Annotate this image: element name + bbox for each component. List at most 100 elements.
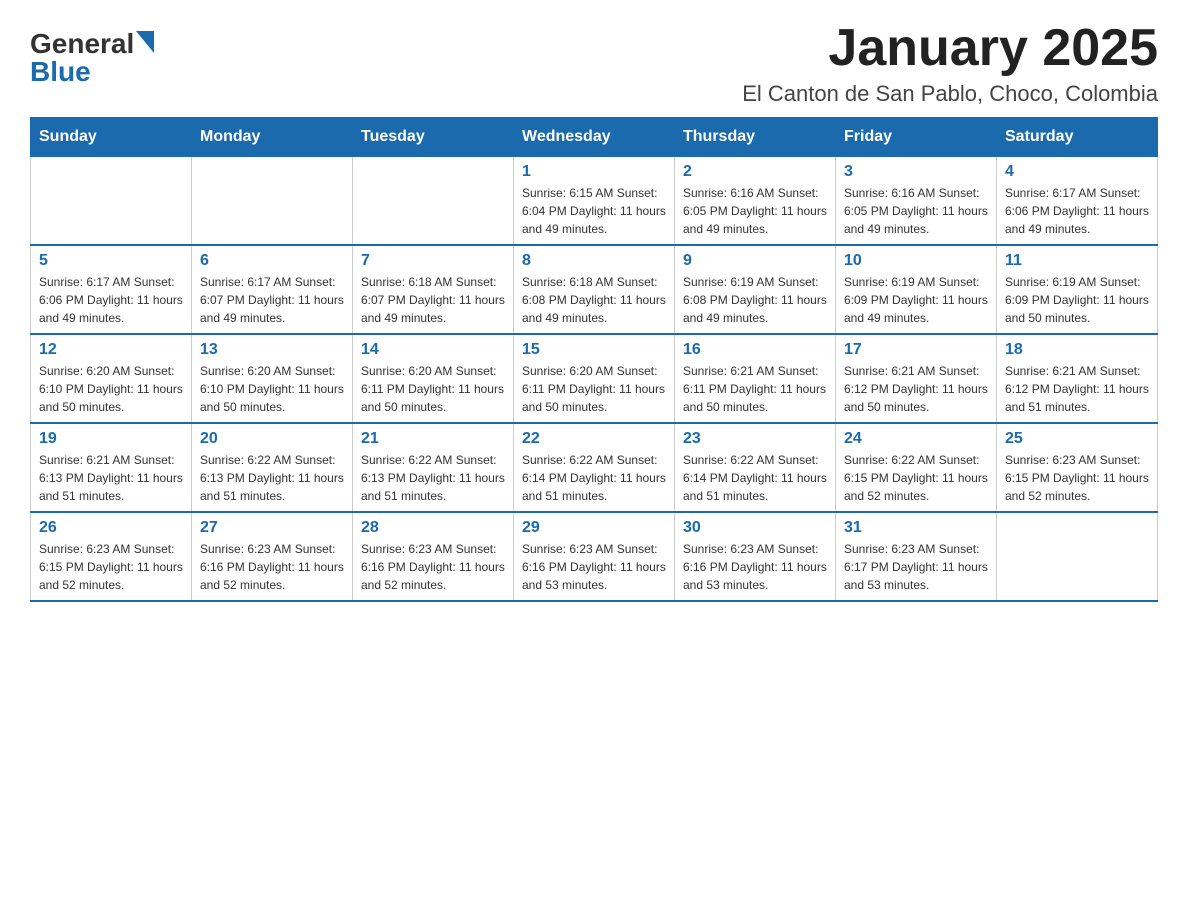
day-info: Sunrise: 6:19 AM Sunset: 6:09 PM Dayligh… bbox=[1005, 273, 1149, 327]
day-number: 21 bbox=[361, 430, 505, 448]
day-info: Sunrise: 6:21 AM Sunset: 6:12 PM Dayligh… bbox=[844, 362, 988, 416]
day-number: 6 bbox=[200, 252, 344, 270]
day-info: Sunrise: 6:15 AM Sunset: 6:04 PM Dayligh… bbox=[522, 184, 666, 238]
logo-general-text: General bbox=[30, 30, 134, 58]
day-info: Sunrise: 6:22 AM Sunset: 6:14 PM Dayligh… bbox=[522, 451, 666, 505]
table-row: 27 Sunrise: 6:23 AM Sunset: 6:16 PM Dayli… bbox=[192, 512, 353, 601]
table-row: 9 Sunrise: 6:19 AM Sunset: 6:08 PM Daylig… bbox=[675, 245, 836, 334]
day-number: 13 bbox=[200, 341, 344, 359]
day-number: 25 bbox=[1005, 430, 1149, 448]
day-info: Sunrise: 6:23 AM Sunset: 6:16 PM Dayligh… bbox=[522, 540, 666, 594]
table-row bbox=[31, 157, 192, 246]
day-info: Sunrise: 6:20 AM Sunset: 6:10 PM Dayligh… bbox=[200, 362, 344, 416]
day-info: Sunrise: 6:22 AM Sunset: 6:14 PM Dayligh… bbox=[683, 451, 827, 505]
table-row: 25 Sunrise: 6:23 AM Sunset: 6:15 PM Dayli… bbox=[997, 423, 1158, 512]
page-header: General Blue January 2025 El Canton de S… bbox=[30, 20, 1158, 107]
table-row: 3 Sunrise: 6:16 AM Sunset: 6:05 PM Daylig… bbox=[836, 157, 997, 246]
table-row: 26Sunrise: 6:23 AM Sunset: 6:15 PM Dayli… bbox=[31, 512, 192, 601]
day-number: 3 bbox=[844, 163, 988, 181]
day-number: 2 bbox=[683, 163, 827, 181]
table-row: 15 Sunrise: 6:20 AM Sunset: 6:11 PM Dayli… bbox=[514, 334, 675, 423]
table-row: 6 Sunrise: 6:17 AM Sunset: 6:07 PM Daylig… bbox=[192, 245, 353, 334]
day-number: 4 bbox=[1005, 163, 1149, 181]
logo-arrow-icon bbox=[136, 31, 154, 53]
table-row: 1 Sunrise: 6:15 AM Sunset: 6:04 PM Daylig… bbox=[514, 157, 675, 246]
day-number: 7 bbox=[361, 252, 505, 270]
day-info: Sunrise: 6:22 AM Sunset: 6:15 PM Dayligh… bbox=[844, 451, 988, 505]
logo-blue-text: Blue bbox=[30, 56, 91, 87]
day-info: Sunrise: 6:23 AM Sunset: 6:16 PM Dayligh… bbox=[200, 540, 344, 594]
table-row: 4 Sunrise: 6:17 AM Sunset: 6:06 PM Daylig… bbox=[997, 157, 1158, 246]
table-row bbox=[353, 157, 514, 246]
day-info: Sunrise: 6:17 AM Sunset: 6:06 PM Dayligh… bbox=[39, 273, 183, 327]
day-number: 11 bbox=[1005, 252, 1149, 270]
title-area: January 2025 El Canton de San Pablo, Cho… bbox=[742, 20, 1158, 107]
col-friday: Friday bbox=[836, 118, 997, 157]
day-info: Sunrise: 6:22 AM Sunset: 6:13 PM Dayligh… bbox=[200, 451, 344, 505]
table-row: 7 Sunrise: 6:18 AM Sunset: 6:07 PM Daylig… bbox=[353, 245, 514, 334]
table-row: 24 Sunrise: 6:22 AM Sunset: 6:15 PM Dayli… bbox=[836, 423, 997, 512]
day-info: Sunrise: 6:23 AM Sunset: 6:17 PM Dayligh… bbox=[844, 540, 988, 594]
day-info: Sunrise: 6:21 AM Sunset: 6:11 PM Dayligh… bbox=[683, 362, 827, 416]
day-number: 10 bbox=[844, 252, 988, 270]
table-row: 20 Sunrise: 6:22 AM Sunset: 6:13 PM Dayli… bbox=[192, 423, 353, 512]
day-number: 22 bbox=[522, 430, 666, 448]
day-info: Sunrise: 6:23 AM Sunset: 6:16 PM Dayligh… bbox=[683, 540, 827, 594]
day-info: Sunrise: 6:16 AM Sunset: 6:05 PM Dayligh… bbox=[844, 184, 988, 238]
col-tuesday: Tuesday bbox=[353, 118, 514, 157]
day-info: Sunrise: 6:17 AM Sunset: 6:06 PM Dayligh… bbox=[1005, 184, 1149, 238]
day-info: Sunrise: 6:19 AM Sunset: 6:09 PM Dayligh… bbox=[844, 273, 988, 327]
table-row: 2 Sunrise: 6:16 AM Sunset: 6:05 PM Daylig… bbox=[675, 157, 836, 246]
col-monday: Monday bbox=[192, 118, 353, 157]
day-number: 31 bbox=[844, 519, 988, 537]
day-number: 8 bbox=[522, 252, 666, 270]
day-info: Sunrise: 6:17 AM Sunset: 6:07 PM Dayligh… bbox=[200, 273, 344, 327]
table-row: 5 Sunrise: 6:17 AM Sunset: 6:06 PM Daylig… bbox=[31, 245, 192, 334]
day-info: Sunrise: 6:23 AM Sunset: 6:16 PM Dayligh… bbox=[361, 540, 505, 594]
calendar-table: Sunday Monday Tuesday Wednesday Thursday… bbox=[30, 117, 1158, 602]
col-sunday: Sunday bbox=[31, 118, 192, 157]
day-info: Sunrise: 6:23 AM Sunset: 6:15 PM Dayligh… bbox=[1005, 451, 1149, 505]
day-info: Sunrise: 6:18 AM Sunset: 6:07 PM Dayligh… bbox=[361, 273, 505, 327]
table-row: 29 Sunrise: 6:23 AM Sunset: 6:16 PM Dayli… bbox=[514, 512, 675, 601]
day-info: Sunrise: 6:19 AM Sunset: 6:08 PM Dayligh… bbox=[683, 273, 827, 327]
col-wednesday: Wednesday bbox=[514, 118, 675, 157]
table-row: 10 Sunrise: 6:19 AM Sunset: 6:09 PM Dayli… bbox=[836, 245, 997, 334]
day-number: 18 bbox=[1005, 341, 1149, 359]
day-number: 15 bbox=[522, 341, 666, 359]
day-number: 29 bbox=[522, 519, 666, 537]
calendar-week-row: 1 Sunrise: 6:15 AM Sunset: 6:04 PM Daylig… bbox=[31, 157, 1158, 246]
day-number: 1 bbox=[522, 163, 666, 181]
day-info: Sunrise: 6:21 AM Sunset: 6:12 PM Dayligh… bbox=[1005, 362, 1149, 416]
day-number: 20 bbox=[200, 430, 344, 448]
day-number: 5 bbox=[39, 252, 183, 270]
table-row: 8Sunrise: 6:18 AM Sunset: 6:08 PM Daylig… bbox=[514, 245, 675, 334]
table-row bbox=[192, 157, 353, 246]
day-number: 19 bbox=[39, 430, 183, 448]
day-info: Sunrise: 6:20 AM Sunset: 6:11 PM Dayligh… bbox=[522, 362, 666, 416]
day-info: Sunrise: 6:16 AM Sunset: 6:05 PM Dayligh… bbox=[683, 184, 827, 238]
day-number: 17 bbox=[844, 341, 988, 359]
calendar-week-row: 5 Sunrise: 6:17 AM Sunset: 6:06 PM Daylig… bbox=[31, 245, 1158, 334]
day-info: Sunrise: 6:20 AM Sunset: 6:11 PM Dayligh… bbox=[361, 362, 505, 416]
day-number: 24 bbox=[844, 430, 988, 448]
day-number: 28 bbox=[361, 519, 505, 537]
day-number: 12 bbox=[39, 341, 183, 359]
col-saturday: Saturday bbox=[997, 118, 1158, 157]
day-number: 14 bbox=[361, 341, 505, 359]
day-number: 9 bbox=[683, 252, 827, 270]
table-row: 14 Sunrise: 6:20 AM Sunset: 6:11 PM Dayli… bbox=[353, 334, 514, 423]
table-row: 28 Sunrise: 6:23 AM Sunset: 6:16 PM Dayli… bbox=[353, 512, 514, 601]
table-row: 11 Sunrise: 6:19 AM Sunset: 6:09 PM Dayli… bbox=[997, 245, 1158, 334]
table-row: 19Sunrise: 6:21 AM Sunset: 6:13 PM Dayli… bbox=[31, 423, 192, 512]
day-number: 23 bbox=[683, 430, 827, 448]
day-number: 26 bbox=[39, 519, 183, 537]
table-row: 16 Sunrise: 6:21 AM Sunset: 6:11 PM Dayli… bbox=[675, 334, 836, 423]
day-number: 27 bbox=[200, 519, 344, 537]
day-number: 16 bbox=[683, 341, 827, 359]
calendar-week-row: 12 Sunrise: 6:20 AM Sunset: 6:10 PM Dayli… bbox=[31, 334, 1158, 423]
table-row: 31 Sunrise: 6:23 AM Sunset: 6:17 PM Dayli… bbox=[836, 512, 997, 601]
table-row: 13 Sunrise: 6:20 AM Sunset: 6:10 PM Dayli… bbox=[192, 334, 353, 423]
col-thursday: Thursday bbox=[675, 118, 836, 157]
calendar-header-row: Sunday Monday Tuesday Wednesday Thursday… bbox=[31, 118, 1158, 157]
